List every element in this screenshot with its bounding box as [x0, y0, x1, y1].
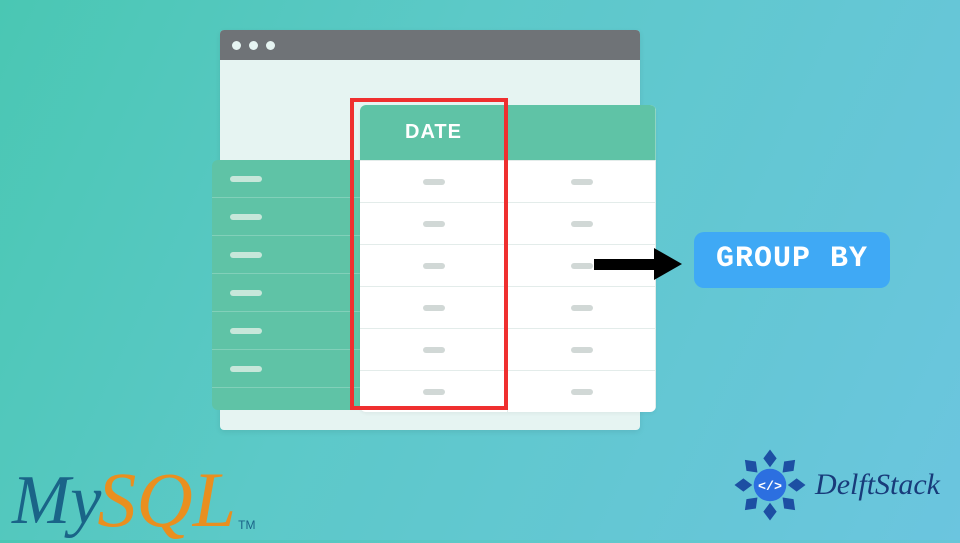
window-dot-icon	[249, 41, 258, 50]
mysql-logo-my: My	[12, 466, 101, 536]
group-by-label: GROUP BY	[694, 232, 890, 288]
placeholder-icon	[230, 252, 262, 258]
placeholder-icon	[571, 347, 593, 353]
placeholder-icon	[230, 214, 262, 220]
placeholder-icon	[571, 263, 593, 269]
browser-window: DATE	[220, 30, 640, 430]
placeholder-icon	[571, 221, 593, 227]
placeholder-icon	[230, 290, 262, 296]
placeholder-icon	[423, 389, 445, 395]
mysql-logo: My SQL TM	[12, 458, 253, 536]
mysql-trademark: TM	[238, 518, 255, 532]
delftstack-glyph: </>	[758, 479, 782, 494]
placeholder-icon	[230, 366, 262, 372]
delftstack-text: DelftStack	[815, 468, 940, 502]
mysql-logo-sql: SQL	[97, 461, 236, 539]
delftstack-badge-icon: </>	[733, 448, 807, 522]
window-dot-icon	[232, 41, 241, 50]
table-row	[360, 160, 656, 202]
table-row	[360, 370, 656, 412]
placeholder-icon	[571, 179, 593, 185]
table-row	[360, 286, 656, 328]
placeholder-icon	[423, 347, 445, 353]
table-row	[360, 202, 656, 244]
delftstack-logo: </> DelftStack	[733, 448, 940, 522]
table-header-row: DATE	[360, 105, 656, 160]
placeholder-icon	[571, 389, 593, 395]
placeholder-icon	[423, 221, 445, 227]
placeholder-icon	[423, 263, 445, 269]
placeholder-icon	[423, 305, 445, 311]
arrow-right-icon	[594, 248, 684, 280]
window-titlebar	[220, 30, 640, 60]
placeholder-icon	[571, 305, 593, 311]
window-dot-icon	[266, 41, 275, 50]
empty-column-header	[508, 105, 656, 160]
placeholder-icon	[230, 328, 262, 334]
placeholder-icon	[230, 176, 262, 182]
date-column-header: DATE	[360, 105, 508, 160]
placeholder-icon	[423, 179, 445, 185]
table-row	[360, 328, 656, 370]
